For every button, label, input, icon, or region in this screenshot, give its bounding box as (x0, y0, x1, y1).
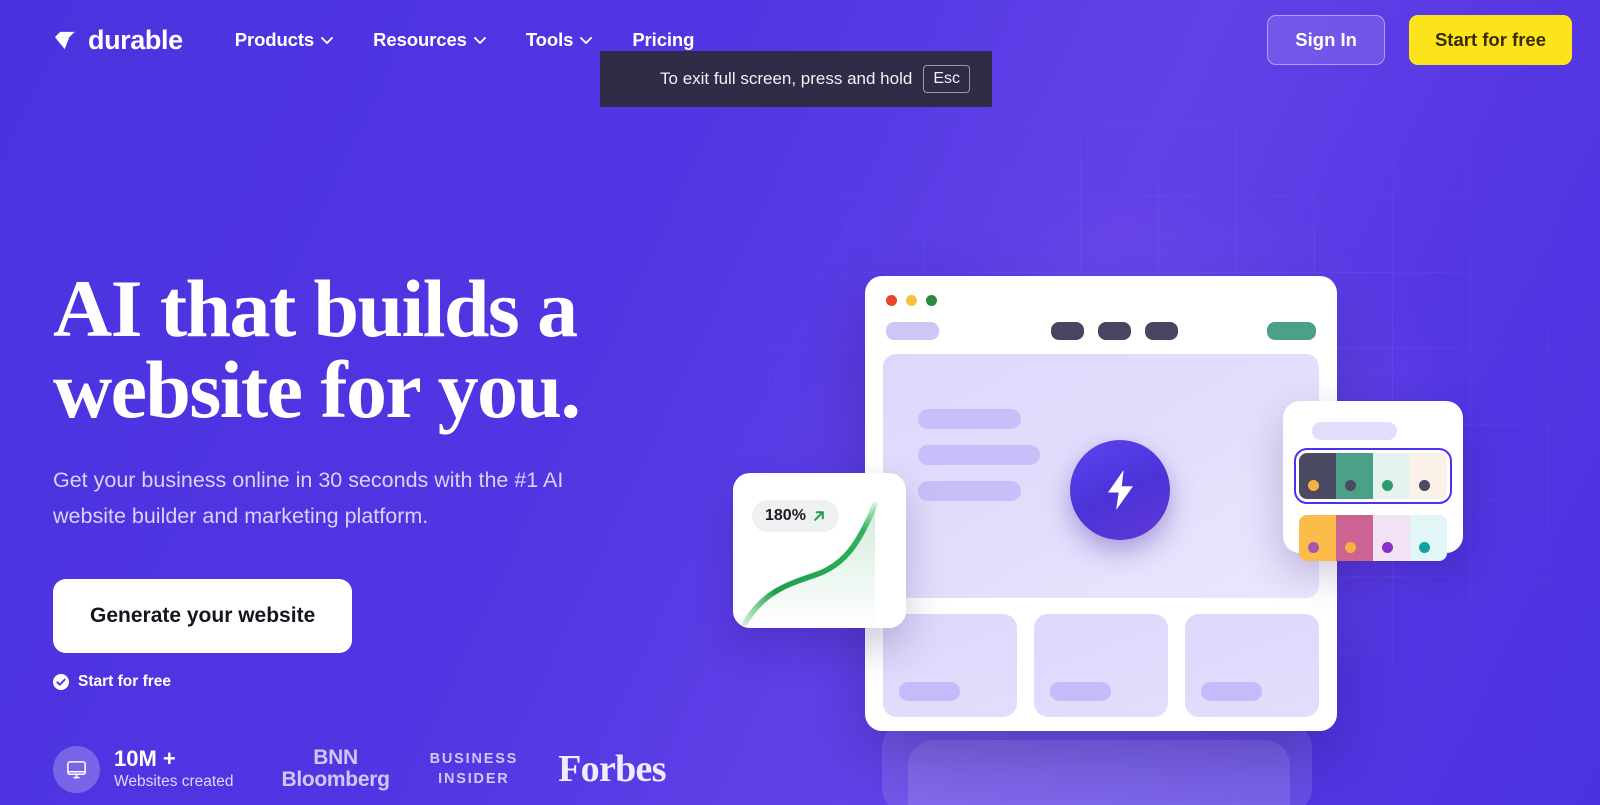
bnn-line-2: Bloomberg (281, 768, 390, 792)
mock-content-cards (883, 614, 1319, 717)
growth-curve-chart (742, 502, 878, 628)
lightning-bolt-badge (1070, 440, 1170, 540)
color-palette-card (1283, 401, 1463, 561)
fullscreen-exit-tooltip: To exit full screen, press and hold Esc (600, 51, 992, 107)
monitor-icon (67, 760, 86, 779)
swatch-dot (1419, 480, 1430, 491)
mock-menu-pills (1037, 322, 1178, 340)
nav-links: Products Resources Tools Pricing (235, 29, 695, 51)
nav-actions: Sign In Start for free (1267, 15, 1572, 65)
chevron-down-icon (321, 36, 334, 44)
mock-menu-pill (1098, 322, 1131, 340)
palette-swatch[interactable] (1299, 515, 1336, 561)
palette-row-selected[interactable] (1294, 448, 1452, 504)
bi-line-1: BUSINESS (429, 750, 519, 767)
mock-text-line (918, 481, 1021, 501)
social-proof-row: 10M + Websites created BNN Bloomberg BUS… (53, 745, 667, 793)
palette-swatch[interactable] (1336, 453, 1373, 499)
chevron-down-icon (580, 36, 593, 44)
palette-row[interactable] (1299, 515, 1447, 561)
mock-content-card (883, 614, 1017, 717)
palette-title-placeholder (1312, 422, 1397, 440)
chevron-down-icon (473, 36, 486, 44)
diamond-gem-icon (54, 31, 75, 49)
mock-menu-pill (1145, 322, 1178, 340)
headline-line-1: AI that builds a (53, 263, 578, 354)
swatch-dot (1419, 542, 1430, 553)
free-note-label: Start for free (78, 672, 172, 690)
hero-illustration: 180% (700, 110, 1600, 805)
sign-in-button[interactable]: Sign In (1267, 15, 1385, 65)
nav-item-pricing[interactable]: Pricing (632, 29, 694, 51)
brand-logo[interactable]: durable (52, 25, 183, 56)
press-logo-business-insider: BUSINESS INSIDER (430, 749, 519, 790)
mock-menu-pill (1051, 322, 1084, 340)
growth-badge: 180% (752, 500, 839, 532)
palette-swatch[interactable] (1299, 453, 1336, 499)
palette-swatch[interactable] (1410, 453, 1447, 499)
nav-item-label: Pricing (632, 29, 695, 50)
monitor-icon-circle (53, 745, 100, 793)
traffic-light-red (886, 295, 897, 306)
browser-title-bar (865, 276, 1337, 340)
mock-content-card (1034, 614, 1168, 717)
swatch-dot (1308, 480, 1319, 491)
bi-line-2: INSIDER (438, 771, 510, 788)
traffic-lights (886, 295, 937, 306)
traffic-light-yellow (906, 295, 917, 306)
start-for-free-note: Start for free (53, 673, 713, 691)
nav-item-resources[interactable]: Resources (373, 29, 486, 51)
start-for-free-button[interactable]: Start for free (1408, 15, 1572, 65)
palette-swatch[interactable] (1336, 515, 1373, 561)
swatch-dot (1308, 542, 1319, 553)
swatch-dot (1345, 480, 1356, 491)
press-logo-bnn-bloomberg: BNN Bloomberg (281, 745, 390, 792)
generate-website-button[interactable]: Generate your website (53, 578, 353, 653)
growth-stat-card: 180% (733, 473, 906, 628)
nav-item-products[interactable]: Products (234, 29, 334, 51)
mock-text-line (918, 445, 1040, 465)
nav-item-tools[interactable]: Tools (525, 29, 593, 51)
hero-section: AI that builds a website for you. Get yo… (53, 268, 713, 691)
arrow-up-right-icon (814, 511, 824, 521)
hero-subtitle: Get your business online in 30 seconds w… (53, 468, 564, 529)
mock-site-navbar (865, 316, 1337, 346)
growth-value: 180% (765, 507, 806, 524)
palette-swatch[interactable] (1373, 515, 1410, 561)
mock-card-bar (1050, 682, 1111, 701)
browser-mockup (865, 276, 1337, 731)
press-logo-forbes: Forbes (558, 748, 666, 791)
page-title: AI that builds a website for you. (53, 268, 713, 431)
nav-item-label: Tools (525, 29, 574, 50)
lightning-bolt-icon (1107, 470, 1133, 510)
stat-label: Websites created (114, 773, 234, 791)
swatch-dot (1345, 542, 1356, 553)
websites-created-stat: 10M + Websites created (53, 746, 233, 793)
press-logos: BNN Bloomberg BUSINESS INSIDER Forbes (281, 745, 666, 792)
nav-item-label: Resources (373, 29, 467, 50)
mock-cta-pill (1267, 322, 1316, 340)
mock-card-bar (1201, 682, 1262, 701)
mock-text-line (918, 409, 1021, 429)
bnn-line-1: BNN (313, 745, 358, 769)
mock-logo-pill (886, 322, 939, 340)
stat-text: 10M + Websites created (114, 746, 233, 793)
mock-hero-canvas (883, 354, 1319, 598)
swatch-dot (1382, 480, 1393, 491)
nav-item-label: Products (234, 29, 315, 50)
palette-swatch[interactable] (1410, 515, 1447, 561)
palette-swatch[interactable] (1373, 453, 1410, 499)
mock-content-card (1185, 614, 1319, 717)
mock-card-bar (899, 682, 960, 701)
ghost-card-front (908, 740, 1290, 805)
brand-name: durable (88, 24, 183, 55)
traffic-light-green (926, 295, 937, 306)
check-circle-icon (53, 673, 69, 690)
esc-key-badge: Esc (923, 65, 970, 93)
headline-line-2: website for you. (53, 344, 581, 436)
stat-number: 10M + (114, 745, 176, 771)
tooltip-text: To exit full screen, press and hold (660, 69, 913, 88)
swatch-dot (1382, 542, 1393, 553)
